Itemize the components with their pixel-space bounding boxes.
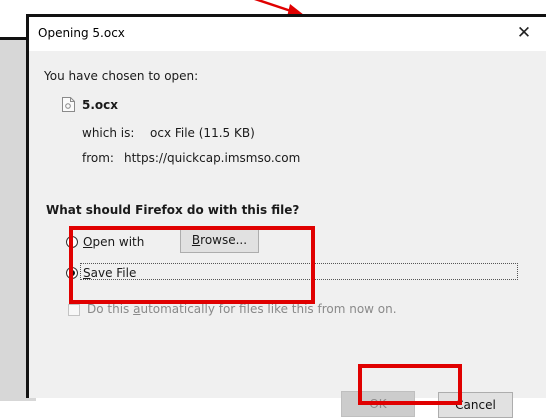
dialog-title: Opening 5.ocx <box>38 26 125 40</box>
cancel-button[interactable]: Cancel <box>438 392 513 418</box>
file-name: 5.ocx <box>82 98 119 112</box>
browse-access-key: B <box>191 232 201 247</box>
open-with-label[interactable]: Open with <box>83 235 144 249</box>
document-icon <box>62 97 75 112</box>
dialog-titlebar[interactable]: Opening 5.ocx ✕ <box>29 17 546 52</box>
save-file-radio[interactable] <box>66 267 78 279</box>
auto-action-label[interactable]: Do this automatically for files like thi… <box>87 302 397 316</box>
action-question: What should Firefox do with this file? <box>46 203 300 217</box>
download-dialog: Opening 5.ocx ✕ You have chosen to open:… <box>26 14 546 418</box>
open-with-label-post: pen with <box>92 235 145 249</box>
intro-text: You have chosen to open: <box>44 69 199 83</box>
save-file-focus-ring <box>80 263 518 280</box>
auto-action-checkbox[interactable] <box>68 304 80 316</box>
browse-button[interactable]: Browse... <box>180 226 259 253</box>
dialog-body: You have chosen to open: 5.ocx which is:… <box>29 51 546 418</box>
browse-label-post: rowse... <box>200 232 248 247</box>
auto-label-post: utomatically for files like this from no… <box>140 302 397 316</box>
file-source-url: https://quickcap.imsmso.com <box>124 151 301 165</box>
file-type-label: which is: <box>82 126 135 140</box>
ok-button[interactable]: OK <box>341 391 415 417</box>
file-source-label: from: <box>82 151 114 165</box>
file-type-value: ocx File (11.5 KB) <box>150 126 255 140</box>
auto-label-pre: Do this <box>87 302 134 316</box>
open-with-radio[interactable] <box>66 236 78 248</box>
close-icon[interactable]: ✕ <box>506 18 542 48</box>
